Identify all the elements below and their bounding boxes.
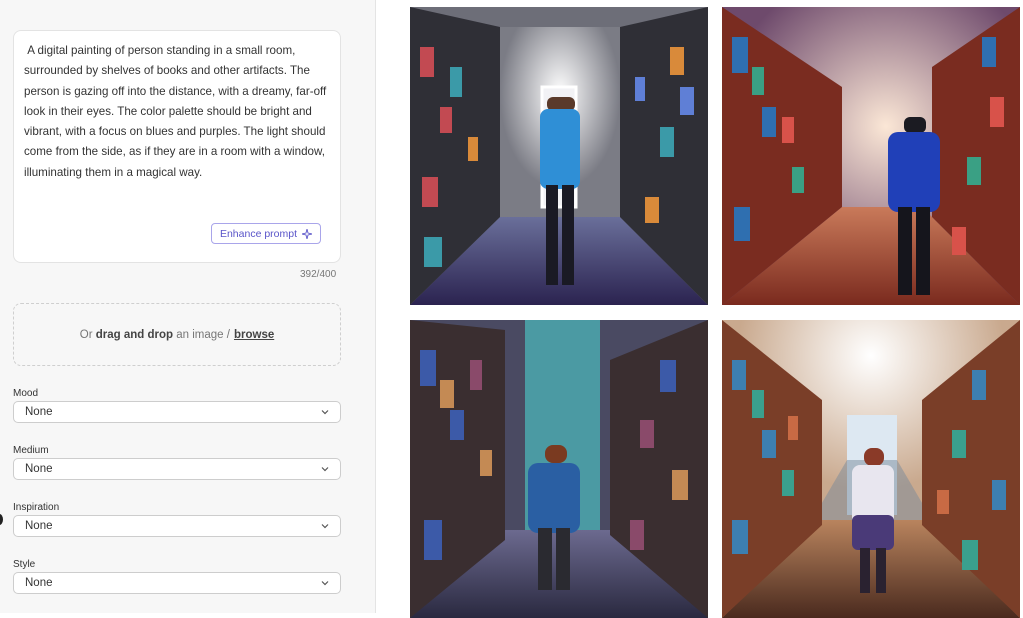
image-dropzone[interactable]: Or drag and drop an image / browse	[13, 303, 341, 366]
mood-select[interactable]: None	[13, 401, 341, 423]
library-scene-image	[722, 320, 1020, 618]
medium-select[interactable]: None	[13, 458, 341, 480]
style-label: Style	[13, 559, 36, 570]
character-count: 392/400	[300, 269, 337, 280]
style-value: None	[25, 577, 53, 589]
medium-label: Medium	[13, 445, 49, 456]
generated-image-2[interactable]	[722, 7, 1020, 305]
mood-label: Mood	[13, 388, 39, 399]
chevron-down-icon	[321, 581, 329, 586]
generated-image-4[interactable]	[722, 320, 1020, 618]
mood-value: None	[25, 406, 53, 418]
panel-divider	[375, 0, 376, 613]
chevron-down-icon	[321, 467, 329, 472]
settings-sidebar: A digital painting of person standing in…	[0, 0, 375, 613]
browse-link[interactable]: browse	[234, 329, 274, 341]
chevron-down-icon	[321, 410, 329, 415]
prompt-card[interactable]: A digital painting of person standing in…	[13, 30, 341, 263]
library-scene-image	[722, 7, 1020, 305]
prompt-textarea[interactable]: A digital painting of person standing in…	[24, 41, 334, 183]
dropzone-prefix: Or	[79, 328, 93, 341]
generated-image-3[interactable]	[410, 320, 708, 618]
medium-value: None	[25, 463, 53, 475]
dropzone-drag-drop: drag and drop	[95, 328, 174, 341]
library-scene-image	[410, 320, 708, 618]
library-scene-image	[410, 7, 708, 305]
enhance-prompt-button[interactable]: Enhance prompt	[211, 223, 321, 244]
dropzone-middle: an image /	[176, 328, 230, 341]
enhance-prompt-label: Enhance prompt	[219, 227, 298, 240]
inspiration-label: Inspiration	[13, 502, 60, 513]
inspiration-value: None	[25, 520, 53, 532]
style-select[interactable]: None	[13, 572, 341, 594]
inspiration-select[interactable]: None	[13, 515, 341, 537]
sparkle-icon	[302, 228, 313, 239]
generated-image-1[interactable]	[410, 7, 708, 305]
chevron-down-icon	[321, 524, 329, 529]
